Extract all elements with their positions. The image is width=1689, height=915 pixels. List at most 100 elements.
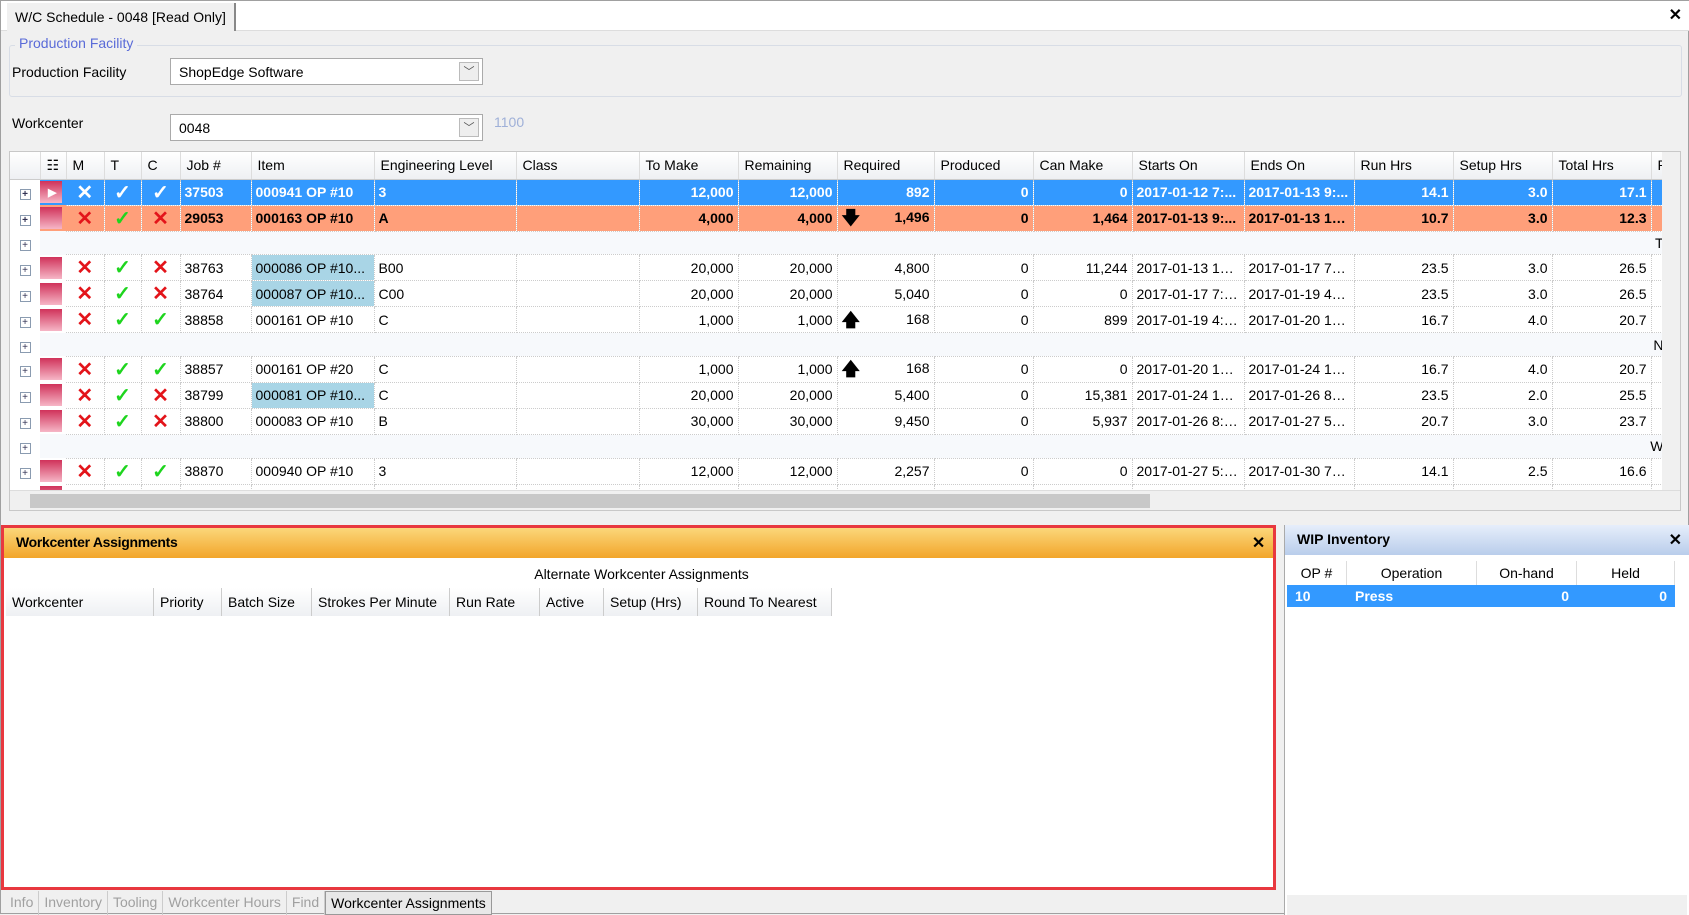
group-row[interactable]: + N: [10, 332, 1669, 357]
row-indicator[interactable]: [40, 408, 66, 434]
row-indicator[interactable]: [40, 434, 66, 459]
column-header[interactable]: Active: [540, 588, 604, 616]
column-header[interactable]: Held: [1577, 561, 1675, 585]
expand-icon[interactable]: +: [19, 341, 31, 353]
close-icon[interactable]: ✕: [1669, 5, 1682, 25]
table-row[interactable]: + ✕ ✓ ✓ 38858 000161 OP #10 C 1,000 1,000 🡅 168 0 89…: [10, 306, 1669, 334]
produced-value: 0: [1020, 387, 1029, 404]
table-row[interactable]: + ✕ ✓ ✕ 38799 000081 OP #10... C 20,000 20,000 5,…: [10, 382, 1669, 409]
column-header[interactable]: Required: [837, 152, 935, 180]
column-header[interactable]: Setup (Hrs): [604, 588, 698, 616]
tab-info[interactable]: Info: [5, 891, 40, 915]
expand-icon[interactable]: +: [19, 189, 31, 201]
expand-cell[interactable]: +: [10, 231, 40, 255]
row-indicator[interactable]: [40, 356, 66, 382]
row-indicator[interactable]: ▶: [40, 179, 66, 205]
vertical-scrollbar[interactable]: [1662, 152, 1680, 492]
tab-tooling[interactable]: Tooling: [108, 891, 164, 915]
column-header[interactable]: Starts On: [1132, 152, 1245, 180]
expand-icon[interactable]: +: [19, 366, 31, 378]
tab-workcenter-hours[interactable]: Workcenter Hours: [163, 891, 287, 915]
expand-cell[interactable]: +: [10, 332, 40, 357]
expand-icon[interactable]: +: [19, 264, 31, 276]
row-indicator[interactable]: [40, 231, 66, 255]
tab-inventory[interactable]: Inventory: [39, 891, 108, 915]
expand-cell[interactable]: +: [10, 434, 40, 459]
table-row[interactable]: + ✕ ✓ ✕ 38764 000087 OP #10... C00 20,000 20,000…: [10, 280, 1669, 308]
expand-cell[interactable]: +: [10, 306, 40, 333]
column-header[interactable]: Item: [251, 152, 375, 180]
expand-cell[interactable]: +: [10, 280, 40, 307]
group-row[interactable]: + T: [10, 231, 1669, 256]
group-row[interactable]: + W: [10, 434, 1669, 459]
wip-row[interactable]: 10 Press 0 0: [1287, 585, 1675, 607]
column-header[interactable]: T: [104, 152, 142, 180]
row-indicator[interactable]: [40, 255, 66, 281]
table-row[interactable]: + ✕ ✓ ✓ 38857 000161 OP #20 C 1,000 1,000 🡅 168 0 0 2…: [10, 356, 1669, 383]
column-header[interactable]: M: [66, 152, 105, 180]
starts-value: 2017-01-19 4:0...: [1136, 311, 1244, 328]
expand-icon[interactable]: +: [19, 239, 31, 251]
horizontal-scrollbar[interactable]: [1287, 895, 1687, 915]
row-indicator[interactable]: [40, 307, 66, 333]
expand-cell[interactable]: +: [10, 458, 40, 485]
facility-select[interactable]: ShopEdge Software ﹀: [170, 58, 483, 85]
tab-workcenter-assignments[interactable]: Workcenter Assignments: [325, 891, 492, 915]
row-indicator[interactable]: [40, 382, 66, 408]
expand-icon[interactable]: +: [19, 443, 31, 455]
expand-cell[interactable]: +: [10, 254, 40, 281]
table-row[interactable]: + ✕ ✓ ✓ 38870 000940 OP #10 3 12,000 12,000 2,257…: [10, 458, 1669, 485]
table-row[interactable]: + ✕ ✓ ✕ 38763 000086 OP #10... B00 20,000 20,000…: [10, 254, 1669, 282]
expand-cell[interactable]: +: [10, 179, 40, 205]
tab-find[interactable]: Find: [287, 891, 326, 915]
column-header[interactable]: Can Make: [1033, 152, 1133, 180]
table-row[interactable]: + ✕ ✓ ✕ 29053 000163 OP #10 A 4,000 4,000 🡇 1,496 0…: [10, 205, 1669, 232]
column-header[interactable]: Strokes Per Minute: [312, 588, 450, 616]
expand-cell[interactable]: +: [10, 382, 40, 409]
column-header[interactable]: Workcenter: [6, 588, 154, 616]
column-header[interactable]: Remaining: [738, 152, 838, 180]
column-header[interactable]: Total Hrs: [1552, 152, 1652, 180]
column-header[interactable]: Setup Hrs: [1453, 152, 1553, 180]
column-header[interactable]: Job #: [180, 152, 252, 180]
column-header[interactable]: On-hand: [1477, 561, 1577, 585]
horizontal-scrollbar[interactable]: [10, 490, 1680, 510]
expand-cell[interactable]: +: [10, 408, 40, 435]
chevron-down-icon[interactable]: ﹀: [459, 118, 479, 137]
column-header[interactable]: Class: [516, 152, 640, 180]
expand-cell[interactable]: +: [10, 205, 40, 231]
chevron-down-icon[interactable]: ﹀: [459, 62, 479, 81]
expand-cell[interactable]: +: [10, 356, 40, 383]
expand-icon[interactable]: +: [19, 418, 31, 430]
workcenter-select[interactable]: 0048 ﹀: [170, 114, 483, 141]
column-header[interactable]: Operation: [1347, 561, 1477, 585]
column-header[interactable]: Run Hrs: [1354, 152, 1454, 180]
scroll-thumb[interactable]: [30, 494, 1150, 508]
row-indicator[interactable]: [40, 281, 66, 307]
column-chooser-icon[interactable]: ☷: [40, 152, 67, 180]
column-header[interactable]: Engineering Level: [374, 152, 517, 180]
table-row[interactable]: + ✕ ✓ ✕ 38800 000083 OP #10 B 30,000 30,000 9,450…: [10, 408, 1669, 435]
column-header[interactable]: Produced: [934, 152, 1034, 180]
column-header[interactable]: Run Rate: [450, 588, 540, 616]
document-tab[interactable]: W/C Schedule - 0048 [Read Only]: [7, 3, 236, 31]
column-header[interactable]: Round To Nearest: [698, 588, 832, 616]
expand-icon[interactable]: +: [19, 468, 31, 480]
row-indicator[interactable]: [40, 332, 66, 357]
column-header[interactable]: To Make: [639, 152, 739, 180]
row-indicator[interactable]: [40, 458, 66, 484]
column-header[interactable]: OP #: [1287, 561, 1347, 585]
column-header[interactable]: Batch Size: [222, 588, 312, 616]
close-icon[interactable]: ✕: [1252, 533, 1265, 553]
expand-icon[interactable]: +: [19, 290, 31, 302]
row-indicator[interactable]: [40, 205, 66, 231]
column-header[interactable]: C: [141, 152, 181, 180]
column-header[interactable]: Ends On: [1244, 152, 1355, 180]
expand-icon[interactable]: +: [19, 316, 31, 328]
expand-icon[interactable]: +: [19, 215, 31, 226]
table-row[interactable]: + ▶ ✕ ✓ ✓ 37503 000941 OP #10 3 12,000 12,000 892 0…: [10, 179, 1669, 206]
eng-cell: 3: [374, 179, 517, 206]
column-header[interactable]: Priority: [154, 588, 222, 616]
expand-icon[interactable]: +: [19, 392, 31, 404]
close-icon[interactable]: ✕: [1669, 530, 1682, 550]
